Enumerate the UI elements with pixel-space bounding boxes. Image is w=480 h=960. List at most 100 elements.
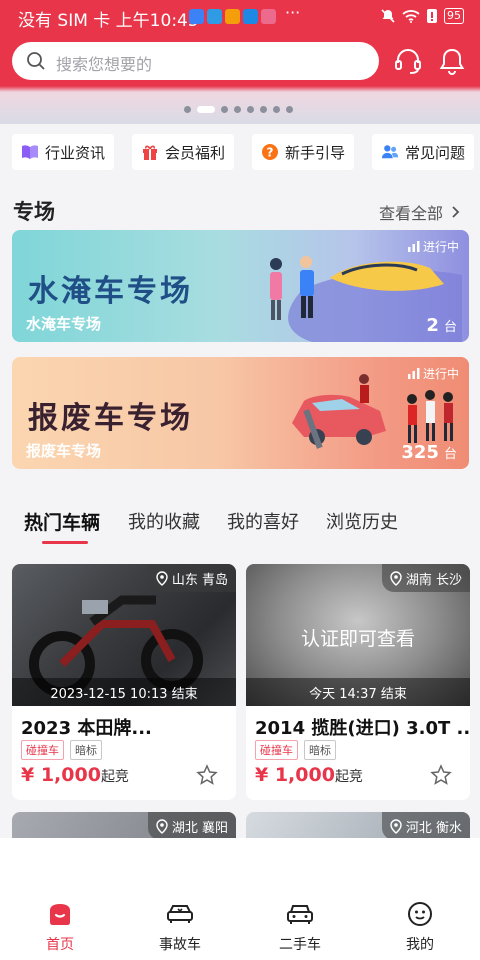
search-input[interactable]: 搜索您想要的	[12, 42, 379, 80]
starting-price: ¥ 1,000起竞	[255, 764, 363, 786]
location-badge: 湖北 襄阳	[147, 812, 236, 840]
users-icon	[381, 143, 399, 161]
banner-status: 进行中	[407, 238, 459, 255]
price-value: ¥ 1,000	[255, 764, 335, 786]
tab-browse-history[interactable]: 浏览历史	[326, 508, 398, 534]
search-placeholder: 搜索您想要的	[56, 55, 153, 74]
status-more-icon: ···	[285, 3, 301, 22]
book-icon	[21, 143, 39, 161]
quick-link-label: 会员福利	[165, 143, 226, 162]
vehicle-tabs: 热门车辆 我的收藏 我的喜好 浏览历史	[0, 508, 480, 546]
vehicle-card[interactable]: 山东 青岛 2023-12-15 10:13 结束 2023 本田牌... 碰撞…	[12, 564, 236, 800]
bottom-navigation: 首页 事故车 二手车 我的	[0, 838, 480, 960]
tab-preferences[interactable]: 我的喜好	[227, 508, 299, 534]
auction-end-time: 今天 14:37 结束	[246, 678, 470, 706]
nav-home[interactable]: 首页	[20, 900, 100, 954]
active-tab-underline	[42, 541, 88, 544]
signal-bars-icon	[407, 241, 420, 252]
banner-headline: 报废车专场	[28, 401, 193, 436]
signal-bars-icon	[407, 368, 420, 379]
app-notification-icon	[225, 9, 240, 24]
see-all-label: 查看全部	[378, 204, 443, 223]
carousel-dot[interactable]	[221, 106, 228, 113]
location-label: 湖南 长沙	[405, 572, 462, 588]
tab-favorites[interactable]: 我的收藏	[128, 508, 200, 534]
status-text: 没有 SIM 卡 上午10:45	[18, 11, 199, 31]
carousel-dot-active[interactable]	[197, 106, 215, 113]
bell-icon[interactable]	[437, 46, 467, 76]
auction-end-time: 2023-12-15 10:13 结束	[12, 678, 236, 706]
favorite-star-icon[interactable]	[430, 764, 452, 786]
scrap-car-banner[interactable]: 报废车专场 进行中 报废车专场 325 台	[12, 357, 469, 469]
question-icon: ?	[261, 143, 279, 161]
carousel-dot[interactable]	[184, 106, 191, 113]
location-label: 河北 衡水	[405, 820, 462, 836]
tag-collision: 碰撞车	[255, 740, 298, 760]
nav-profile[interactable]: 我的	[380, 900, 460, 954]
accident-car-icon	[167, 905, 193, 923]
app-notification-icon	[243, 9, 258, 24]
location-label: 山东 青岛	[171, 572, 228, 588]
home-icon	[50, 904, 70, 925]
banner-status: 进行中	[407, 365, 459, 382]
used-car-icon	[287, 905, 313, 924]
banner-count-value: 325	[401, 442, 439, 463]
banner-headline: 水淹车专场	[28, 274, 193, 309]
carousel-dot[interactable]	[234, 106, 241, 113]
flood-car-banner[interactable]: 水淹车专场 进行中 水淹车专场 2 台	[12, 230, 469, 342]
banner-status-label: 进行中	[422, 367, 459, 381]
status-app-icons	[189, 9, 276, 24]
vehicle-title: 2014 揽胜(进口) 3.0T ...	[255, 718, 470, 739]
headset-icon[interactable]	[393, 46, 423, 76]
quick-link-member-benefits[interactable]: 会员福利	[132, 134, 235, 170]
carousel-dot[interactable]	[247, 106, 254, 113]
see-all-link[interactable]: 查看全部	[379, 200, 460, 224]
svg-text:?: ?	[267, 146, 274, 160]
quick-links: 行业资讯 会员福利 ? 新手引导 常见问题	[0, 134, 480, 174]
carousel-dot[interactable]	[286, 106, 293, 113]
carousel-dot[interactable]	[273, 106, 280, 113]
mute-icon	[381, 9, 395, 23]
price-value: ¥ 1,000	[21, 764, 101, 786]
banner-status-label: 进行中	[422, 240, 459, 254]
nav-accident-cars[interactable]: 事故车	[140, 900, 220, 954]
header: 没有 SIM 卡 上午10:45 ··· 95 搜索您想要的	[0, 0, 480, 124]
gift-icon	[141, 143, 159, 161]
nav-used-cars[interactable]: 二手车	[260, 900, 340, 954]
banner-count: 2 台	[426, 315, 457, 336]
nav-label: 我的	[406, 937, 434, 953]
search-icon	[27, 52, 45, 70]
status-right: 95	[380, 8, 464, 24]
carousel-dot[interactable]	[260, 106, 267, 113]
tab-hot-vehicles[interactable]: 热门车辆	[24, 508, 100, 535]
favorite-star-icon[interactable]	[196, 764, 218, 786]
nav-label: 事故车	[159, 937, 201, 953]
nav-label: 首页	[46, 937, 74, 953]
banner-count-unit: 台	[443, 320, 457, 335]
location-pin-icon	[390, 818, 402, 834]
location-badge: 湖南 长沙	[381, 564, 470, 592]
app-root: 没有 SIM 卡 上午10:45 ··· 95 搜索您想要的 行业资讯 会员福利…	[0, 0, 480, 960]
price-suffix: 起竞	[100, 769, 129, 785]
nav-label: 二手车	[279, 937, 321, 953]
chevron-right-icon	[452, 206, 460, 218]
location-pin-icon	[156, 818, 168, 834]
banner-name: 水淹车专场	[26, 315, 102, 333]
quick-link-industry-news[interactable]: 行业资讯	[12, 134, 115, 170]
tag-collision: 碰撞车	[21, 740, 64, 760]
section-title: 专场	[13, 200, 55, 224]
vehicle-tags: 碰撞车 暗标	[255, 740, 336, 760]
tag-sealed-bid: 暗标	[70, 740, 102, 760]
location-label: 湖北 襄阳	[171, 820, 228, 836]
status-bar: 没有 SIM 卡 上午10:45 ··· 95	[0, 0, 480, 34]
quick-link-beginner-guide[interactable]: ? 新手引导	[252, 134, 355, 170]
notice-icon	[427, 9, 437, 23]
banner-count-value: 2	[426, 315, 439, 336]
vehicle-card[interactable]: 湖南 长沙 认证即可查看 今天 14:37 结束 2014 揽胜(进口) 3.0…	[246, 564, 470, 800]
quick-link-faq[interactable]: 常见问题	[372, 134, 475, 170]
vehicle-title: 2023 本田牌...	[21, 718, 152, 739]
battery-indicator: 95	[444, 8, 464, 24]
price-suffix: 起竞	[334, 769, 363, 785]
quick-link-label: 行业资讯	[45, 143, 106, 162]
quick-link-label: 新手引导	[285, 143, 346, 162]
